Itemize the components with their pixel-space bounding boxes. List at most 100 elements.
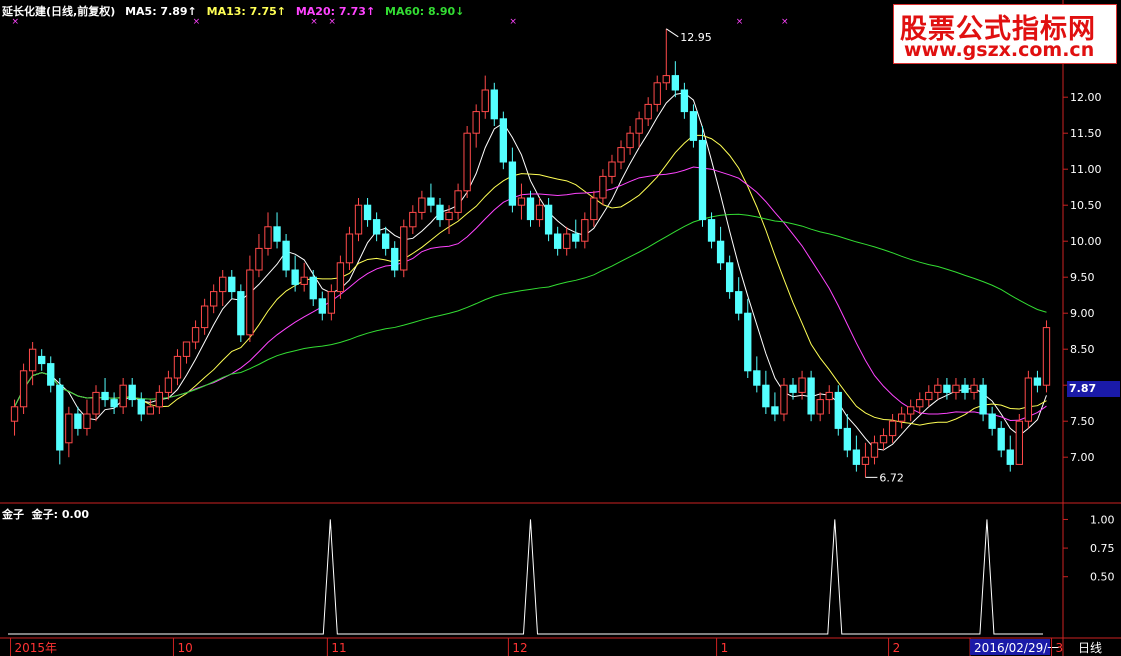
candle — [626, 126, 634, 155]
candle-body — [517, 197, 526, 206]
candle-body — [10, 406, 19, 422]
candle — [246, 255, 254, 342]
candle-body — [83, 413, 91, 429]
candle — [952, 378, 960, 400]
candle — [219, 270, 227, 306]
candle-body — [137, 399, 145, 415]
candle — [255, 234, 263, 278]
date-tick-label: 11 — [331, 641, 346, 655]
candle — [282, 234, 290, 278]
candle — [744, 298, 752, 378]
indicator-tick-label: 0.50 — [1090, 571, 1115, 584]
candle — [445, 205, 453, 234]
candle — [716, 226, 725, 270]
candle-body — [38, 355, 46, 365]
candle — [110, 392, 118, 414]
candle-body — [780, 384, 788, 415]
candle — [698, 126, 707, 227]
ma5-value: MA5: 7.89↑ — [125, 5, 197, 18]
price-tick-label: 10.50 — [1070, 199, 1102, 212]
candle-body — [436, 204, 444, 221]
candle-body — [979, 384, 987, 415]
candle-body — [725, 262, 734, 293]
date-tick-label: 1 — [721, 641, 729, 655]
candle — [825, 385, 833, 414]
candle-body — [264, 226, 272, 249]
candle — [1042, 320, 1051, 393]
candle — [988, 406, 996, 436]
candle — [436, 198, 444, 227]
candle — [1024, 370, 1033, 429]
candle-body — [916, 399, 924, 408]
candle-body — [282, 240, 290, 271]
candle — [979, 378, 987, 422]
candle — [481, 75, 489, 119]
candle — [879, 428, 888, 450]
candle — [689, 104, 698, 148]
candle — [300, 262, 308, 292]
date-tick-label: 3 — [1056, 641, 1064, 655]
date-tick-label: 2 — [893, 641, 901, 655]
candle-body — [744, 312, 752, 372]
candle-body — [318, 298, 326, 314]
price-tick-label: 7.50 — [1070, 415, 1095, 428]
candle — [834, 385, 842, 436]
candle — [735, 277, 743, 321]
indicator-panel: 0.50 0.75 1.00 — [8, 513, 1115, 635]
candle — [454, 183, 462, 220]
candle-body — [445, 211, 453, 221]
high-pointer — [666, 28, 679, 38]
price-tick-label: 11.00 — [1070, 163, 1102, 176]
candle — [56, 378, 64, 465]
candle — [318, 291, 326, 321]
candle — [381, 226, 390, 256]
candle — [264, 212, 272, 256]
candle — [888, 414, 897, 443]
candle-body — [961, 384, 969, 393]
candle-body — [391, 247, 399, 271]
candle-body — [698, 139, 707, 221]
candle-body — [28, 348, 37, 372]
candle-body — [861, 456, 870, 465]
candle-body — [400, 226, 408, 271]
candle — [897, 406, 906, 429]
watermark-logo: 股票公式指标网 www.gszx.com.cn — [893, 4, 1117, 64]
stock-chart[interactable]: ×××××××× 7.007.508.008.509.009.5010.0010… — [0, 0, 1121, 656]
candle — [780, 378, 788, 422]
ma60-value: MA60: 8.90↓ — [385, 5, 465, 18]
candle — [345, 226, 354, 270]
candle — [372, 212, 381, 242]
candle-body — [1006, 449, 1014, 465]
candle-body — [164, 377, 173, 393]
candle-body — [327, 291, 336, 314]
price-tick-label: 10.00 — [1070, 235, 1102, 248]
candle — [137, 392, 145, 422]
candle — [526, 190, 535, 227]
candle — [771, 392, 779, 422]
candle — [925, 385, 933, 407]
candle — [200, 298, 209, 335]
candle-body — [816, 399, 824, 415]
candle-body — [92, 391, 100, 415]
period-label: 日线 — [1078, 641, 1102, 655]
candle-body — [970, 384, 978, 393]
high-low-annotations: 12.95 6.72 — [666, 28, 904, 484]
candle-body — [354, 204, 363, 235]
candle-body — [680, 89, 689, 113]
candle — [1006, 435, 1014, 472]
candle-body — [1024, 377, 1033, 422]
ma5-line — [14, 92, 1047, 451]
candle-body — [418, 197, 426, 213]
date-axis-ticks: 2015年 10 11 12 1 2 2016/02/29/一3 日线 — [10, 638, 1102, 656]
candle-body — [228, 276, 236, 293]
price-tick-label: 7.00 — [1070, 451, 1095, 464]
candle-body — [336, 262, 345, 293]
candle — [391, 241, 399, 278]
candle — [662, 28, 670, 90]
candle — [19, 363, 28, 414]
candle — [680, 82, 689, 119]
candle — [807, 370, 815, 422]
candle — [997, 421, 1005, 458]
chart-axes — [0, 0, 1121, 656]
candle — [563, 226, 571, 256]
